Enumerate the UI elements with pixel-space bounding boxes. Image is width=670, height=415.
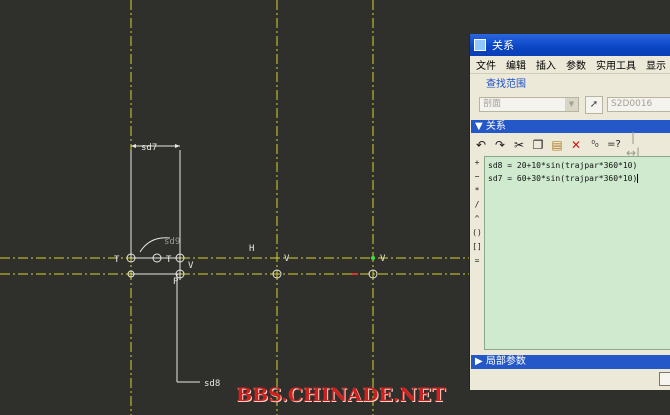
menu-utilities[interactable]: 实用工具 (596, 57, 636, 72)
operator-minus[interactable]: − (471, 170, 483, 184)
entity-field[interactable]: S2D0016 (607, 97, 670, 112)
menu-parameters[interactable]: 参数 (566, 57, 586, 72)
chevron-down-icon[interactable]: ▼ (565, 98, 578, 111)
menu-bar: 文件 编辑 插入 参数 实用工具 显示 (470, 56, 670, 74)
app-icon (474, 39, 486, 51)
menu-edit[interactable]: 编辑 (506, 57, 526, 72)
relations-dialog: 关系 文件 编辑 插入 参数 实用工具 显示 查找范围 剖面 ▼ ➚ S2D00… (469, 34, 670, 390)
local-params-header[interactable]: ▶ 局部参数 (471, 355, 670, 369)
operator-equals[interactable]: = (471, 254, 483, 268)
relations-editor[interactable]: sd8 = 20+10*sin(trajpar*360*10) sd7 = 60… (484, 156, 670, 350)
operator-column: + − * / ^ () [] = (471, 156, 483, 268)
local-params-label: 局部参数 (485, 356, 526, 367)
operator-parentheses[interactable]: () (471, 226, 483, 240)
highlight-point[interactable] (371, 256, 375, 260)
constraint-v[interactable]: V (284, 254, 290, 264)
scope-select[interactable]: 剖面 ▼ (479, 97, 579, 112)
constraint-v[interactable]: V (380, 254, 386, 264)
evaluate-icon[interactable]: ⁰₀ (588, 137, 602, 153)
dimension-sd8[interactable]: sd8 (204, 379, 220, 389)
constraint-h[interactable]: H (249, 244, 254, 254)
delete-icon[interactable]: ✕ (569, 137, 583, 153)
dialog-footer (471, 370, 670, 390)
operator-plus[interactable]: + (471, 156, 483, 170)
undo-icon[interactable]: ↶ (474, 137, 488, 153)
menu-display[interactable]: 显示 (646, 57, 666, 72)
select-cursor-icon[interactable]: ➚ (585, 96, 603, 114)
scope-select-value: 剖面 (483, 99, 502, 109)
watermark: BBS.CHINADE.NET (236, 384, 446, 406)
relation-line[interactable]: sd8 = 20+10*sin(trajpar*360*10) (488, 159, 667, 172)
operator-divide[interactable]: / (471, 198, 483, 212)
search-scope-label: 查找范围 (486, 79, 526, 90)
copy-icon[interactable]: ❐ (531, 137, 545, 153)
verify-icon[interactable]: =? (607, 137, 621, 153)
operator-brackets[interactable]: [] (471, 240, 483, 254)
arrow-icon (175, 144, 180, 148)
arrow-icon (131, 144, 136, 148)
constraint-p[interactable]: P (173, 277, 179, 287)
operator-power[interactable]: ^ (471, 212, 483, 226)
dialog-titlebar[interactable]: 关系 (470, 34, 670, 56)
search-scope-group: 查找范围 剖面 ▼ ➚ S2D0016 (470, 74, 670, 124)
constraint-t[interactable]: T (166, 255, 172, 265)
dialog-title: 关系 (492, 39, 514, 52)
menu-file[interactable]: 文件 (476, 57, 496, 72)
ok-button[interactable] (659, 372, 670, 386)
text-caret (637, 174, 639, 183)
relations-toolbar: ↶ ↷ ✂ ❐ ▤ ✕ ⁰₀ =? |↔| (471, 130, 670, 160)
relations-section-header[interactable]: ▼ 关系 (471, 120, 670, 133)
dimension-sd7[interactable]: sd7 (141, 143, 157, 153)
cut-icon[interactable]: ✂ (512, 137, 526, 153)
relation-line-text: sd7 = 60+30*sin(trajpar*360*10) (488, 174, 638, 183)
constraint-t[interactable]: T (114, 255, 120, 265)
dimension-sd9[interactable]: sd9 (164, 237, 180, 247)
relation-line[interactable]: sd7 = 60+30*sin(trajpar*360*10) (488, 172, 667, 185)
relations-header-label: 关系 (485, 121, 506, 132)
paste-icon[interactable]: ▤ (550, 137, 564, 153)
redo-icon[interactable]: ↷ (493, 137, 507, 153)
operator-multiply[interactable]: * (471, 184, 483, 198)
constraint-v[interactable]: V (188, 261, 194, 271)
menu-insert[interactable]: 插入 (536, 57, 556, 72)
